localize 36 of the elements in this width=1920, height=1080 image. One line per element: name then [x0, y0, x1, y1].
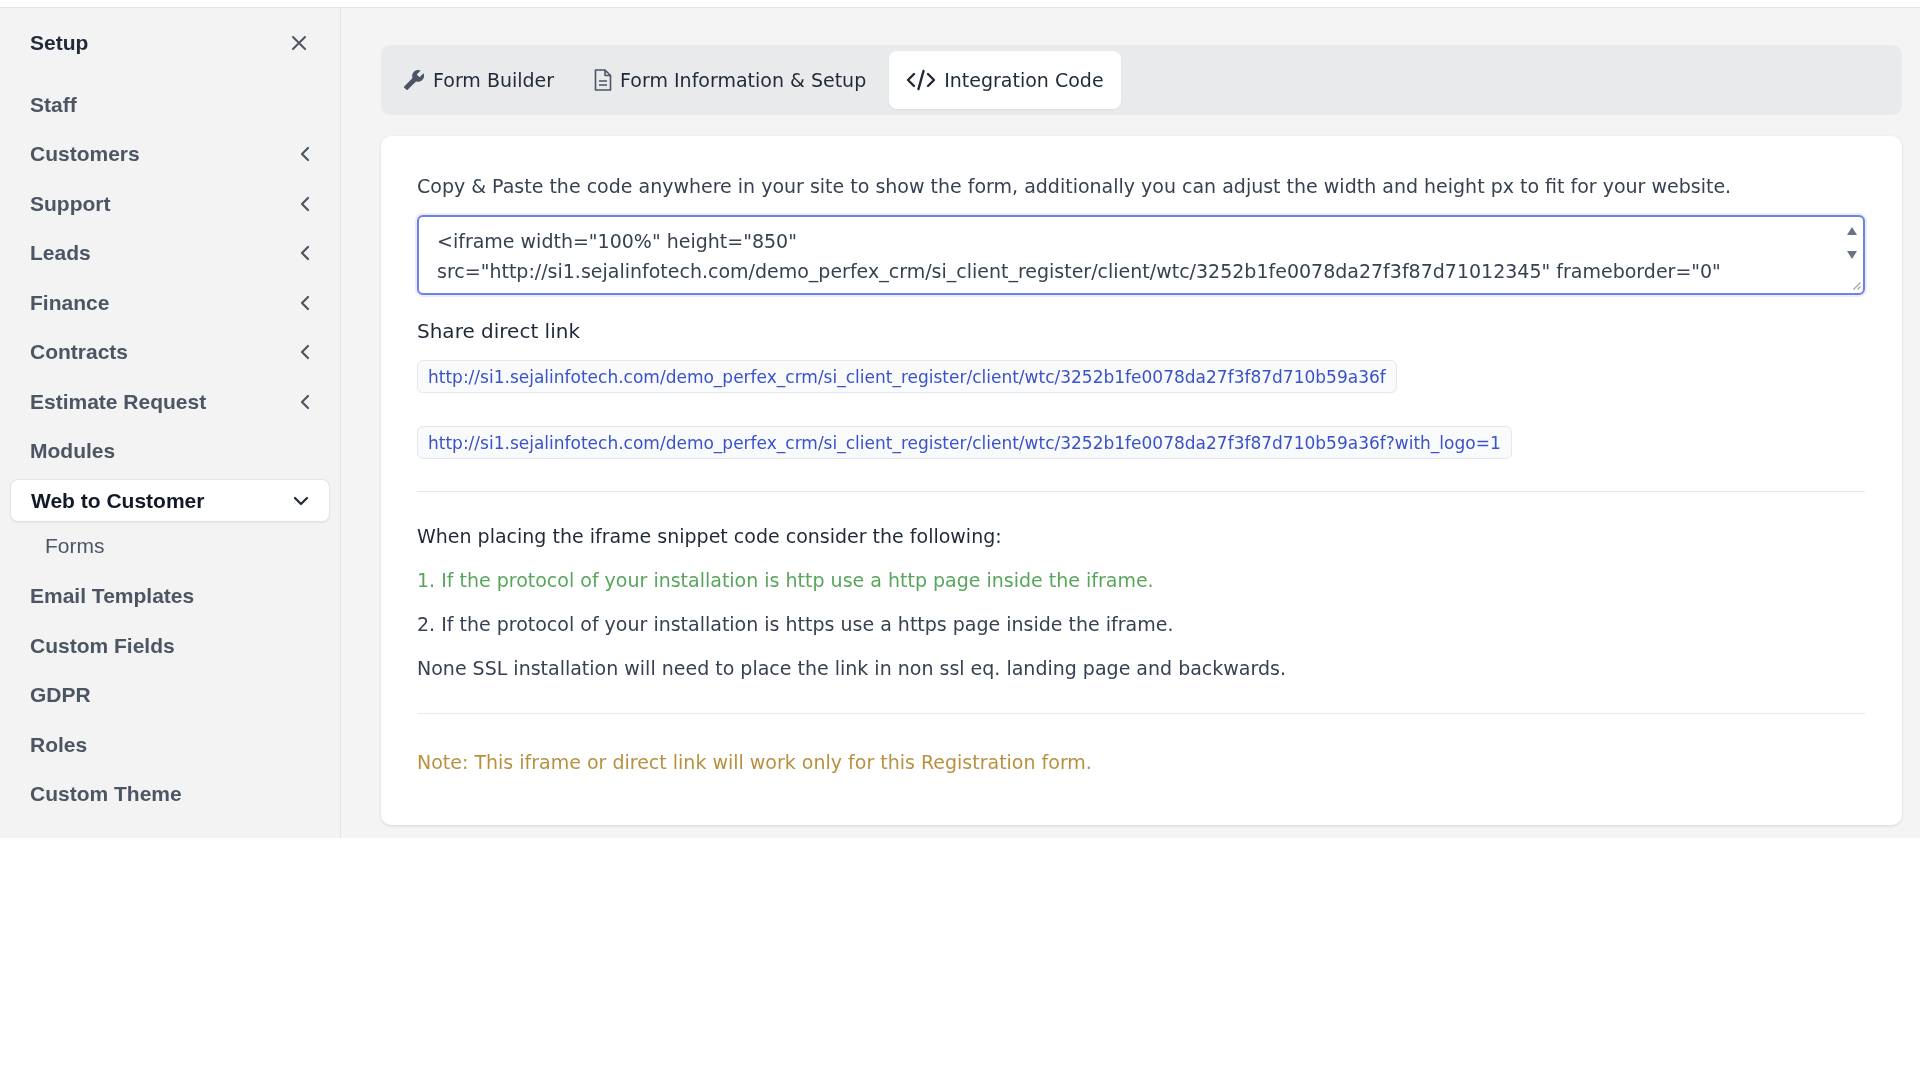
notes-heading: When placing the iframe snippet code consider the following:: [417, 524, 1003, 548]
sidebar-item[interactable]: Support: [10, 179, 330, 229]
wrench-icon: [403, 69, 425, 91]
document-icon: [594, 69, 613, 91]
sidebar-title: Setup: [30, 31, 89, 55]
sidebar-item[interactable]: Custom Fields: [10, 621, 330, 671]
section-heading: Share direct link: [417, 318, 581, 344]
sidebar-item[interactable]: Web to Customer: [10, 479, 330, 523]
note-text: None SSL installation will need to place the link in non ssl eq. landing page and backwards.: [417, 656, 1287, 680]
close-icon[interactable]: [292, 36, 306, 50]
scroll-down-icon[interactable]: [1847, 251, 1857, 259]
note-text: 2. If the protocol of your installation is https use a https page inside the iframe.: [417, 612, 1175, 636]
footnote-text: Note: This iframe or direct link will work only for this Registration form.: [417, 750, 1093, 774]
sidebar-item[interactable]: Email Templates: [10, 571, 330, 621]
sidebar-item[interactable]: Roles: [10, 720, 330, 770]
code-icon: [906, 69, 937, 91]
tab[interactable]: Form Information & Setup: [577, 51, 884, 109]
tab[interactable]: Integration Code: [889, 51, 1121, 109]
sidebar-subitem[interactable]: Forms: [10, 525, 330, 572]
scroll-up-icon[interactable]: [1847, 227, 1857, 235]
sidebar-item[interactable]: Finance: [10, 278, 330, 328]
sidebar-item[interactable]: Custom Theme: [10, 769, 330, 819]
sidebar-item[interactable]: Leads: [10, 228, 330, 278]
sidebar-item[interactable]: GDPR: [10, 670, 330, 720]
sidebar-item[interactable]: Estimate Request: [10, 377, 330, 427]
resize-grip-icon[interactable]: [1851, 280, 1861, 290]
note-text: 1. If the protocol of your installation is http use a http page inside the iframe.: [417, 568, 1155, 592]
instructions-text: Copy & Paste the code anywhere in your site to show the form, additionally you can adjust the width and height px to fit for your website.: [417, 174, 1733, 198]
sidebar-item[interactable]: Customers: [10, 129, 330, 179]
embed-code-textarea[interactable]: <iframe width="100%" height="850" src="http://si1.sejalinfotech.com/demo_perfex_crm/si_client_register/client/wtc/3252b1fe0078da27f3f87d71012345" frameborder="0": [417, 215, 1865, 295]
sidebar-item[interactable]: Contracts: [10, 327, 330, 377]
direct-link[interactable]: http://si1.sejalinfotech.com/demo_perfex_crm/si_client_register/client/wtc/3252b1fe0078da27f3f87d710b59a36f?with_logo=1: [417, 426, 1512, 459]
sidebar-item[interactable]: Staff: [10, 80, 330, 130]
direct-link[interactable]: http://si1.sejalinfotech.com/demo_perfex_crm/si_client_register/client/wtc/3252b1fe0078da27f3f87d710b59a36f: [417, 360, 1397, 393]
tab[interactable]: Form Builder: [386, 51, 572, 109]
sidebar-item[interactable]: Modules: [10, 426, 330, 476]
